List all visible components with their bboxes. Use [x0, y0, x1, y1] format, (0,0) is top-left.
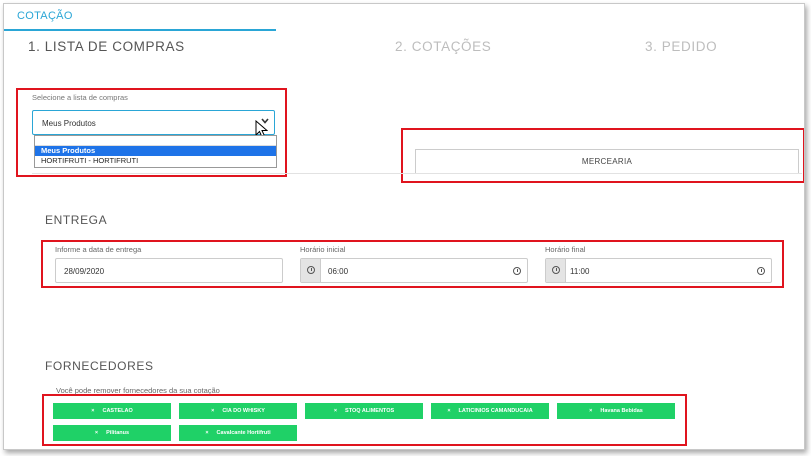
dropdown-blank-option[interactable] [35, 136, 276, 146]
date-label: Informe a data de entrega [55, 245, 142, 254]
start-time-label: Horário inicial [300, 245, 346, 254]
end-time-value: 11:00 [570, 267, 590, 276]
step-pedido[interactable]: 3. PEDIDO [645, 39, 717, 54]
start-time-field[interactable]: 06:00 [300, 258, 528, 283]
tab-cotacao[interactable]: COTAÇÃO [17, 10, 73, 22]
delivery-section-title: ENTREGA [45, 213, 108, 227]
supplier-chip[interactable]: × Pilitanus [53, 425, 171, 441]
supplier-chip[interactable]: × CIA DO WHISKY [179, 403, 297, 419]
dropdown-option-meus-produtos[interactable]: Meus Produtos [35, 146, 276, 156]
dropdown-option-hortifruti[interactable]: HORTIFRUTI - HORTIFRUTI [35, 156, 276, 166]
supplier-name: CIA DO WHISKY [222, 408, 265, 414]
section-divider [32, 173, 802, 174]
remove-icon[interactable]: × [95, 430, 98, 436]
clock-icon [552, 266, 560, 274]
end-time-addon [546, 259, 566, 282]
start-time-value: 06:00 [328, 267, 349, 276]
suppliers-section-title: FORNECEDORES [45, 359, 154, 373]
remove-icon[interactable]: × [91, 408, 94, 414]
category-button-mercearia[interactable]: MERCEARIA [415, 149, 799, 174]
supplier-chip[interactable]: × LATICINIOS CAMANDUCAIA [431, 403, 549, 419]
supplier-name: Cavalcante Hortifruti [216, 430, 271, 436]
date-value: 28/09/2020 [64, 267, 105, 276]
suppliers-hint: Você pode remover fornecedores da sua co… [56, 386, 220, 395]
start-time-addon [301, 259, 321, 282]
tab-active-indicator [4, 29, 276, 31]
list-select-value: Meus Produtos [42, 119, 96, 128]
step-cotacoes[interactable]: 2. COTAÇÕES [395, 39, 491, 54]
list-select-dropdown: Meus Produtos HORTIFRUTI - HORTIFRUTI [34, 135, 277, 168]
remove-icon[interactable]: × [447, 408, 450, 414]
end-time-label: Horário final [545, 245, 586, 254]
date-field[interactable]: 28/09/2020 [55, 258, 283, 283]
end-time-field[interactable]: 11:00 [545, 258, 772, 283]
supplier-chip[interactable]: × Cavalcante Hortifruti [179, 425, 297, 441]
supplier-name: LATICINIOS CAMANDUCAIA [458, 408, 533, 414]
remove-icon[interactable]: × [205, 430, 208, 436]
step-lista-de-compras[interactable]: 1. LISTA DE COMPRAS [28, 39, 185, 54]
supplier-name: Havana Bebidas [600, 408, 643, 414]
remove-icon[interactable]: × [334, 408, 337, 414]
time-picker-icon[interactable] [757, 267, 765, 275]
clock-icon [307, 266, 315, 274]
remove-icon[interactable]: × [589, 408, 592, 414]
supplier-chip[interactable]: × Havana Bebidas [557, 403, 675, 419]
supplier-chip[interactable]: × STOQ ALIMENTOS [305, 403, 423, 419]
list-select-label: Selecione a lista de compras [32, 93, 128, 102]
supplier-name: Pilitanus [106, 430, 130, 436]
supplier-name: STOQ ALIMENTOS [345, 408, 395, 414]
supplier-name: CASTELAO [102, 408, 133, 414]
list-select[interactable]: Meus Produtos [32, 110, 275, 135]
time-picker-icon[interactable] [513, 267, 521, 275]
remove-icon[interactable]: × [211, 408, 214, 414]
app-window: COTAÇÃO 1. LISTA DE COMPRAS 2. COTAÇÕES … [3, 3, 805, 450]
supplier-chip[interactable]: × CASTELAO [53, 403, 171, 419]
